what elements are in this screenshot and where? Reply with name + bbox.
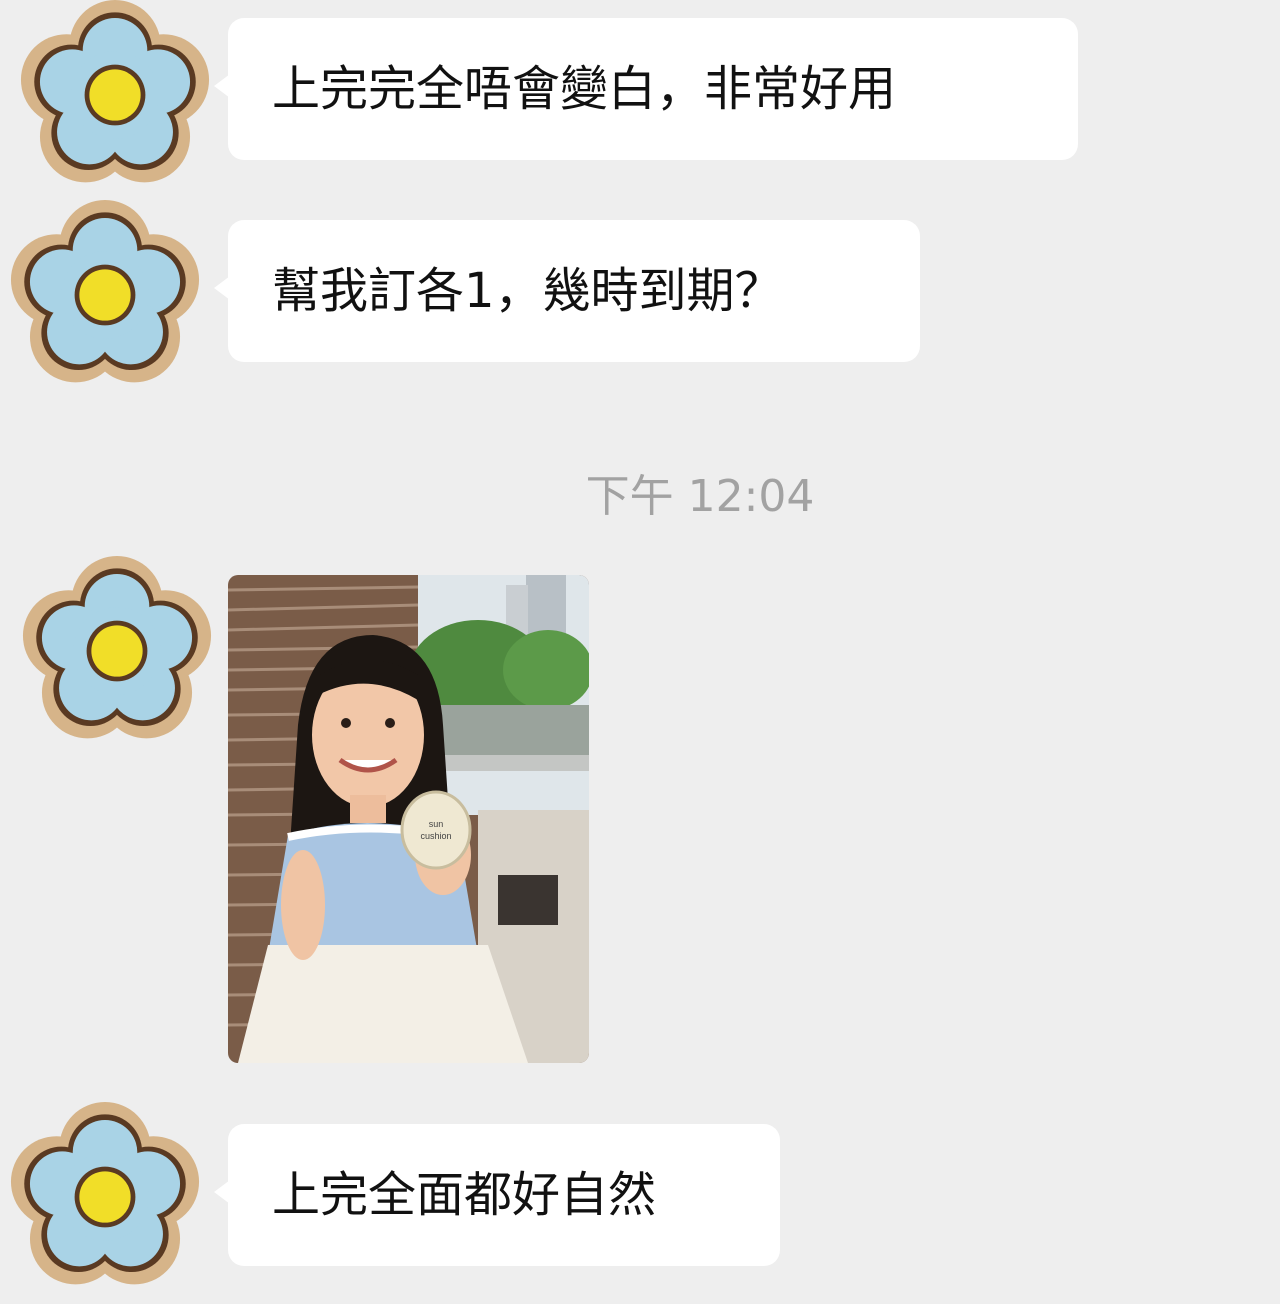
photo-thumbnail: sun cushion xyxy=(228,575,589,1063)
message-text: 幫我訂各1，幾時到期？ xyxy=(272,263,783,319)
photo-message[interactable]: sun cushion xyxy=(228,575,589,1063)
contact-avatar[interactable] xyxy=(20,0,210,190)
message-bubble[interactable]: 上完完全唔會變白，非常好用 xyxy=(214,18,1078,160)
message-bubble[interactable]: 幫我訂各1，幾時到期？ xyxy=(214,220,920,362)
message-timestamp: 下午 12:04 xyxy=(585,471,815,522)
contact-avatar[interactable] xyxy=(10,1102,200,1292)
message-text: 上完全面都好自然 xyxy=(272,1167,657,1223)
message-text: 上完完全唔會變白，非常好用 xyxy=(272,61,897,117)
contact-avatar[interactable] xyxy=(10,200,200,390)
flower-avatar-icon xyxy=(20,0,210,183)
svg-text:sun: sun xyxy=(429,819,444,829)
message-bubble[interactable]: 上完全面都好自然 xyxy=(214,1124,780,1266)
svg-text:cushion: cushion xyxy=(420,831,451,841)
chat-view: 上完完全唔會變白，非常好用 幫我訂各1，幾時到期？ 下午 12:04 sun c… xyxy=(0,0,1280,1304)
contact-avatar[interactable] xyxy=(22,556,212,746)
flower-avatar-icon xyxy=(10,1102,200,1285)
flower-avatar-icon xyxy=(10,200,200,383)
flower-avatar-icon xyxy=(22,556,212,739)
